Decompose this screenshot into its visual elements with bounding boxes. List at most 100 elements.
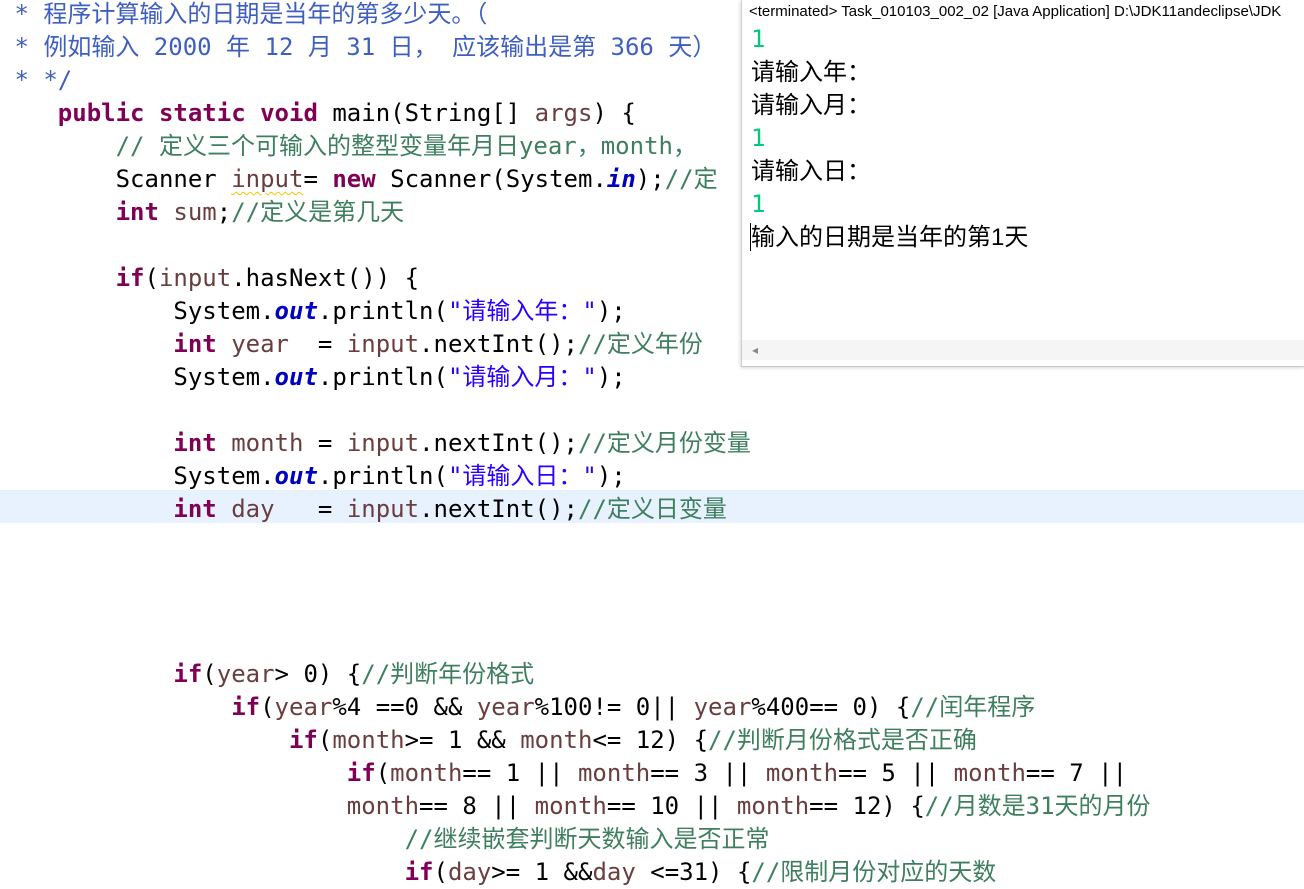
code-token: year	[476, 693, 535, 721]
code-line: // 定义三个可输入的整型变量年月日year，month，	[0, 130, 697, 163]
code-token: if	[288, 726, 318, 754]
console-user-input: 1	[751, 25, 766, 53]
code-token: System.	[0, 363, 275, 391]
code-token: <=31) {	[635, 858, 752, 886]
code-token: ;	[216, 198, 232, 226]
code-token: day	[447, 858, 492, 886]
code-token: == 1 ||	[462, 759, 578, 787]
code-token: //定义是第几天	[231, 198, 405, 226]
code-token: <= 12) {	[592, 726, 709, 754]
code-token: void	[260, 99, 318, 127]
code-token: == 5 ||	[838, 759, 954, 787]
code-token: //限制月份对应的天数	[751, 858, 997, 886]
code-token: int	[173, 330, 217, 358]
code-token: == 3 ||	[650, 759, 766, 787]
code-token: input	[346, 495, 420, 523]
code-token: //定	[664, 165, 718, 193]
code-token: %400== 0) {	[751, 693, 911, 721]
code-token: public	[57, 99, 145, 127]
code-token: > 0) {	[274, 660, 362, 688]
code-token: == 12) {	[809, 792, 925, 820]
code-token: >= 1 &&	[491, 858, 593, 886]
code-line: System.out.println("请输入年：");	[0, 295, 626, 328]
code-token: );	[596, 297, 626, 325]
code-token: ) {	[592, 99, 636, 127]
code-token: month	[765, 759, 839, 787]
code-token: .nextInt();	[419, 429, 579, 457]
code-token: =	[274, 495, 347, 523]
console-title: <terminated> Task_010103_002_02 [Java Ap…	[749, 3, 1282, 20]
code-token: .nextInt();	[419, 330, 578, 358]
console-user-input: 1	[751, 190, 766, 218]
code-line: month== 8 || month== 10 || month== 12) {…	[0, 790, 1151, 823]
code-token: main(String[]	[317, 99, 535, 127]
code-line: * 程序计算输入的日期是当年的第多少天。（	[0, 0, 487, 31]
scroll-left-arrow-icon[interactable]: ◂	[752, 342, 764, 358]
code-line: * */	[0, 64, 72, 97]
code-token: //闰年程序	[910, 693, 1036, 721]
code-token: );	[635, 165, 665, 193]
code-token: System.	[0, 297, 275, 325]
code-line: if(year> 0) {//判断年份格式	[0, 658, 534, 691]
code-token: =	[303, 165, 333, 193]
code-line: if(year%4 ==0 && year%100!= 0|| year%400…	[0, 691, 1035, 724]
code-token: .hasNext()) {	[231, 264, 420, 292]
text-caret	[750, 223, 751, 251]
code-token: year	[216, 660, 275, 688]
code-token: //判断月份格式是否正确	[708, 726, 977, 754]
code-token: "请输入月："	[447, 363, 597, 391]
code-token: input	[346, 330, 420, 358]
console-output-line: 请输入月：	[751, 92, 871, 119]
code-line: int year = input.nextInt();//定义年份	[0, 328, 703, 361]
code-token: == 7 ||	[1025, 759, 1128, 787]
code-token: args	[534, 99, 593, 127]
code-token: "请输入年："	[447, 297, 597, 325]
console-output-line: 请输入日：	[751, 158, 871, 185]
code-token: year	[274, 693, 333, 721]
code-token: month	[534, 792, 607, 820]
console-output-line: 输入的日期是当年的第1天	[751, 224, 1029, 251]
code-token: //定义年份	[578, 330, 703, 358]
code-token: month	[736, 792, 810, 820]
code-token: month	[390, 759, 463, 787]
code-token: %4 ==0 &&	[332, 693, 477, 721]
code-token: .println(	[317, 297, 448, 325]
code-line: if(input.hasNext()) {	[0, 262, 419, 295]
code-token: // 定义三个可输入的整型变量年月日year，month，	[115, 132, 697, 160]
code-token: (	[317, 726, 333, 754]
code-token: int	[115, 198, 159, 226]
code-line: if(month>= 1 && month<= 12) {//判断月份格式是否正…	[0, 724, 977, 757]
code-line: if(month== 1 || month== 3 || month== 5 |…	[0, 757, 1127, 790]
code-token: day	[592, 858, 636, 886]
code-token: month	[231, 429, 304, 457]
code-token: (	[433, 858, 448, 886]
code-token: =	[289, 330, 347, 358]
code-line: * 例如输入 2000 年 12 月 31 日， 应该输出是第 366 天）	[0, 31, 716, 64]
code-line: int sum;//定义是第几天	[0, 196, 405, 229]
console-view[interactable]: <terminated> Task_010103_002_02 [Java Ap…	[741, 0, 1304, 367]
console-horizontal-scrollbar[interactable]: ◂	[742, 340, 1304, 360]
code-token: out	[274, 363, 318, 391]
code-token: //月数是31天的月份	[924, 792, 1151, 820]
code-line: int day = input.nextInt();//定义日变量	[0, 493, 727, 526]
code-line: int month = input.nextInt();//定义月份变量	[0, 427, 751, 460]
console-user-input: 1	[751, 124, 766, 152]
code-token: "请输入日："	[447, 462, 597, 490]
code-token: Scanner	[0, 165, 232, 193]
code-token: input	[158, 264, 232, 292]
code-token: day	[231, 495, 275, 523]
code-token: Scanner(System.	[375, 165, 607, 193]
